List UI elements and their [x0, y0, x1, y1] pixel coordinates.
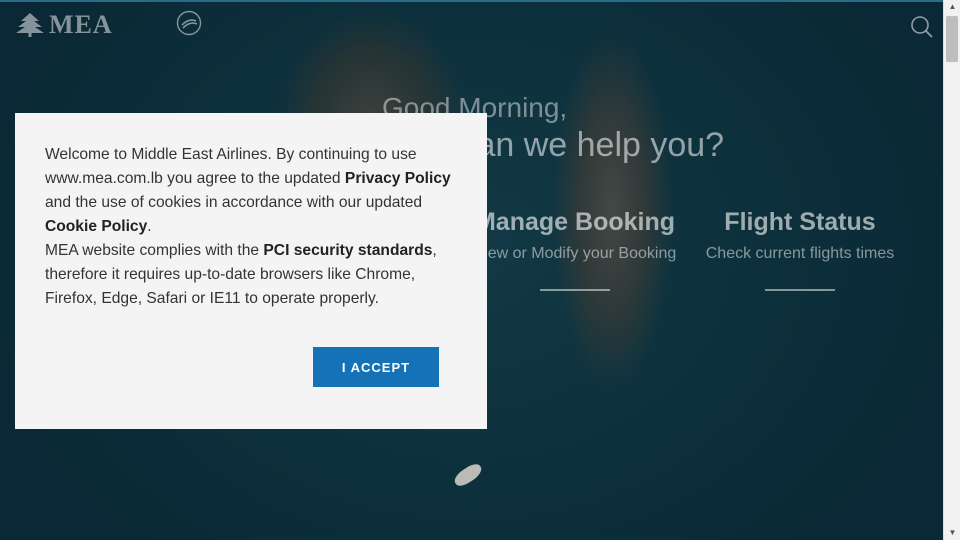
flight-status-underline	[765, 289, 835, 291]
logo-wordmark: MEA	[49, 10, 113, 39]
pci-security-standards: PCI security standards	[263, 242, 433, 259]
search-icon[interactable]	[910, 15, 934, 39]
scroll-thumb[interactable]	[946, 16, 958, 62]
consent-text-part: .	[147, 218, 152, 235]
accept-button[interactable]: I ACCEPT	[313, 347, 439, 387]
manage-booking-subtitle: View or Modify your Booking	[473, 245, 677, 262]
cookie-policy-link[interactable]: Cookie Policy	[45, 218, 147, 235]
site-header: MEA	[0, 0, 943, 52]
scroll-down-arrow-icon[interactable]: ▼	[944, 526, 960, 540]
mea-logo[interactable]: MEA	[15, 10, 113, 40]
page-scrollbar[interactable]: ▲ ▼	[943, 0, 960, 540]
skyteam-icon	[176, 10, 202, 36]
pci-text-part: MEA website complies with the	[45, 242, 264, 259]
flight-status-subtitle: Check current flights times	[705, 245, 895, 262]
pci-compliance-text: MEA website complies with the PCI securi…	[45, 239, 457, 311]
flight-status-link[interactable]: Flight Status Check current flights time…	[685, 208, 915, 291]
manage-booking-link[interactable]: Manage Booking View or Modify your Booki…	[460, 208, 690, 291]
manage-booking-title: Manage Booking	[474, 208, 675, 236]
privacy-policy-link[interactable]: Privacy Policy	[345, 170, 451, 187]
manage-booking-underline	[540, 289, 610, 291]
consent-text-part: and the use of cookies in accordance wit…	[45, 194, 423, 211]
cookie-consent-banner: Welcome to Middle East Airlines. By cont…	[15, 113, 487, 429]
cookie-consent-text: Welcome to Middle East Airlines. By cont…	[45, 143, 457, 239]
scroll-up-arrow-icon[interactable]: ▲	[944, 0, 960, 14]
cedar-icon	[16, 13, 44, 37]
flight-status-title: Flight Status	[724, 208, 876, 236]
